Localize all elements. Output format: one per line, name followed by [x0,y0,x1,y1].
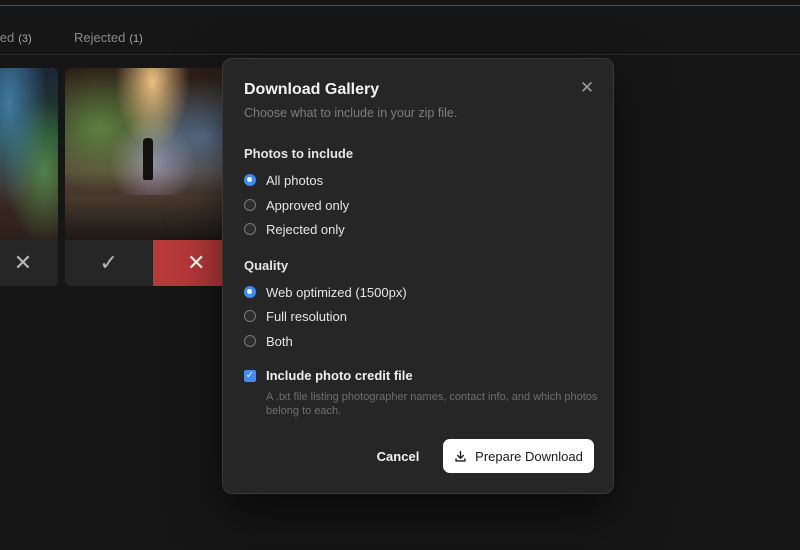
modal-subtitle: Choose what to include in your zip file. [244,106,458,120]
stage-floor [65,195,240,240]
radio-button[interactable] [244,174,256,186]
top-accent-bar [0,0,800,6]
checkbox-help-text: A .txt file listing photographer names, … [266,391,598,417]
photo-card: ✕ [0,68,58,286]
radio-label: Full resolution [266,308,347,324]
tab-rejected-label: Rejected [74,30,126,45]
radio-label: All photos [266,172,324,188]
radio-label: Rejected only [266,221,345,237]
close-icon: ✕ [187,250,206,275]
radio-full-resolution[interactable]: Full resolution [244,307,347,325]
radio-button[interactable] [244,310,256,322]
close-button[interactable]: ✕ [578,79,596,97]
photo-credit-checkbox-row[interactable]: ✓ Include photo credit file [244,368,413,383]
photo-actions: ✓ ✕ [65,240,240,286]
concert-photo[interactable] [0,68,58,240]
checkbox-label: Include photo credit file [266,368,413,383]
tab-approved[interactable]: oved(3) [0,30,32,45]
radio-label: Approved only [266,197,350,213]
download-icon [455,450,466,462]
concert-photo[interactable] [65,68,240,240]
tab-rejected-count: (1) [129,33,143,45]
photo-card: ✓ ✕ [65,68,240,286]
radio-button[interactable] [244,335,256,347]
download-gallery-modal: Download Gallery Choose what to include … [222,58,614,494]
radio-button[interactable] [244,286,256,298]
cancel-button[interactable]: Cancel [369,439,427,473]
gallery-page: oved(3) Rejected(1) ✕ ✓ ✕ Download G [0,0,800,550]
radio-label: Both [266,333,293,349]
tab-rejected[interactable]: Rejected (1) [74,30,143,45]
tab-approved-count: (3) [18,33,32,45]
performer-figure [143,138,153,180]
close-icon: ✕ [13,250,33,275]
quality-section-label: Quality [244,258,289,273]
radio-approved-only[interactable]: Approved only [244,196,349,214]
radio-both[interactable]: Both [244,332,293,350]
prepare-download-button[interactable]: Prepare Download [443,439,594,473]
photos-section-label: Photos to include [244,146,354,161]
radio-web-optimized[interactable]: Web optimized (1500px) [244,283,407,301]
photo-credit-checkbox[interactable]: ✓ [244,369,256,382]
filter-tabs: oved(3) Rejected(1) [0,22,800,52]
modal-title: Download Gallery [244,81,380,98]
close-icon: ✕ [579,78,595,97]
tab-approved-label: oved [0,30,15,45]
check-icon: ✓ [99,250,118,275]
checkmark-icon: ✓ [245,369,255,381]
radio-all-photos[interactable]: All photos [244,171,323,189]
radio-rejected-only[interactable]: Rejected only [244,220,345,238]
reject-button[interactable]: ✕ [0,240,58,286]
radio-label: Web optimized (1500px) [266,284,407,300]
radio-button[interactable] [244,199,256,211]
prepare-download-label: Prepare Download [475,448,583,464]
photo-actions: ✕ [0,240,58,286]
approve-button[interactable]: ✓ [65,240,153,286]
tabs-divider [0,54,800,55]
radio-button[interactable] [244,223,256,235]
